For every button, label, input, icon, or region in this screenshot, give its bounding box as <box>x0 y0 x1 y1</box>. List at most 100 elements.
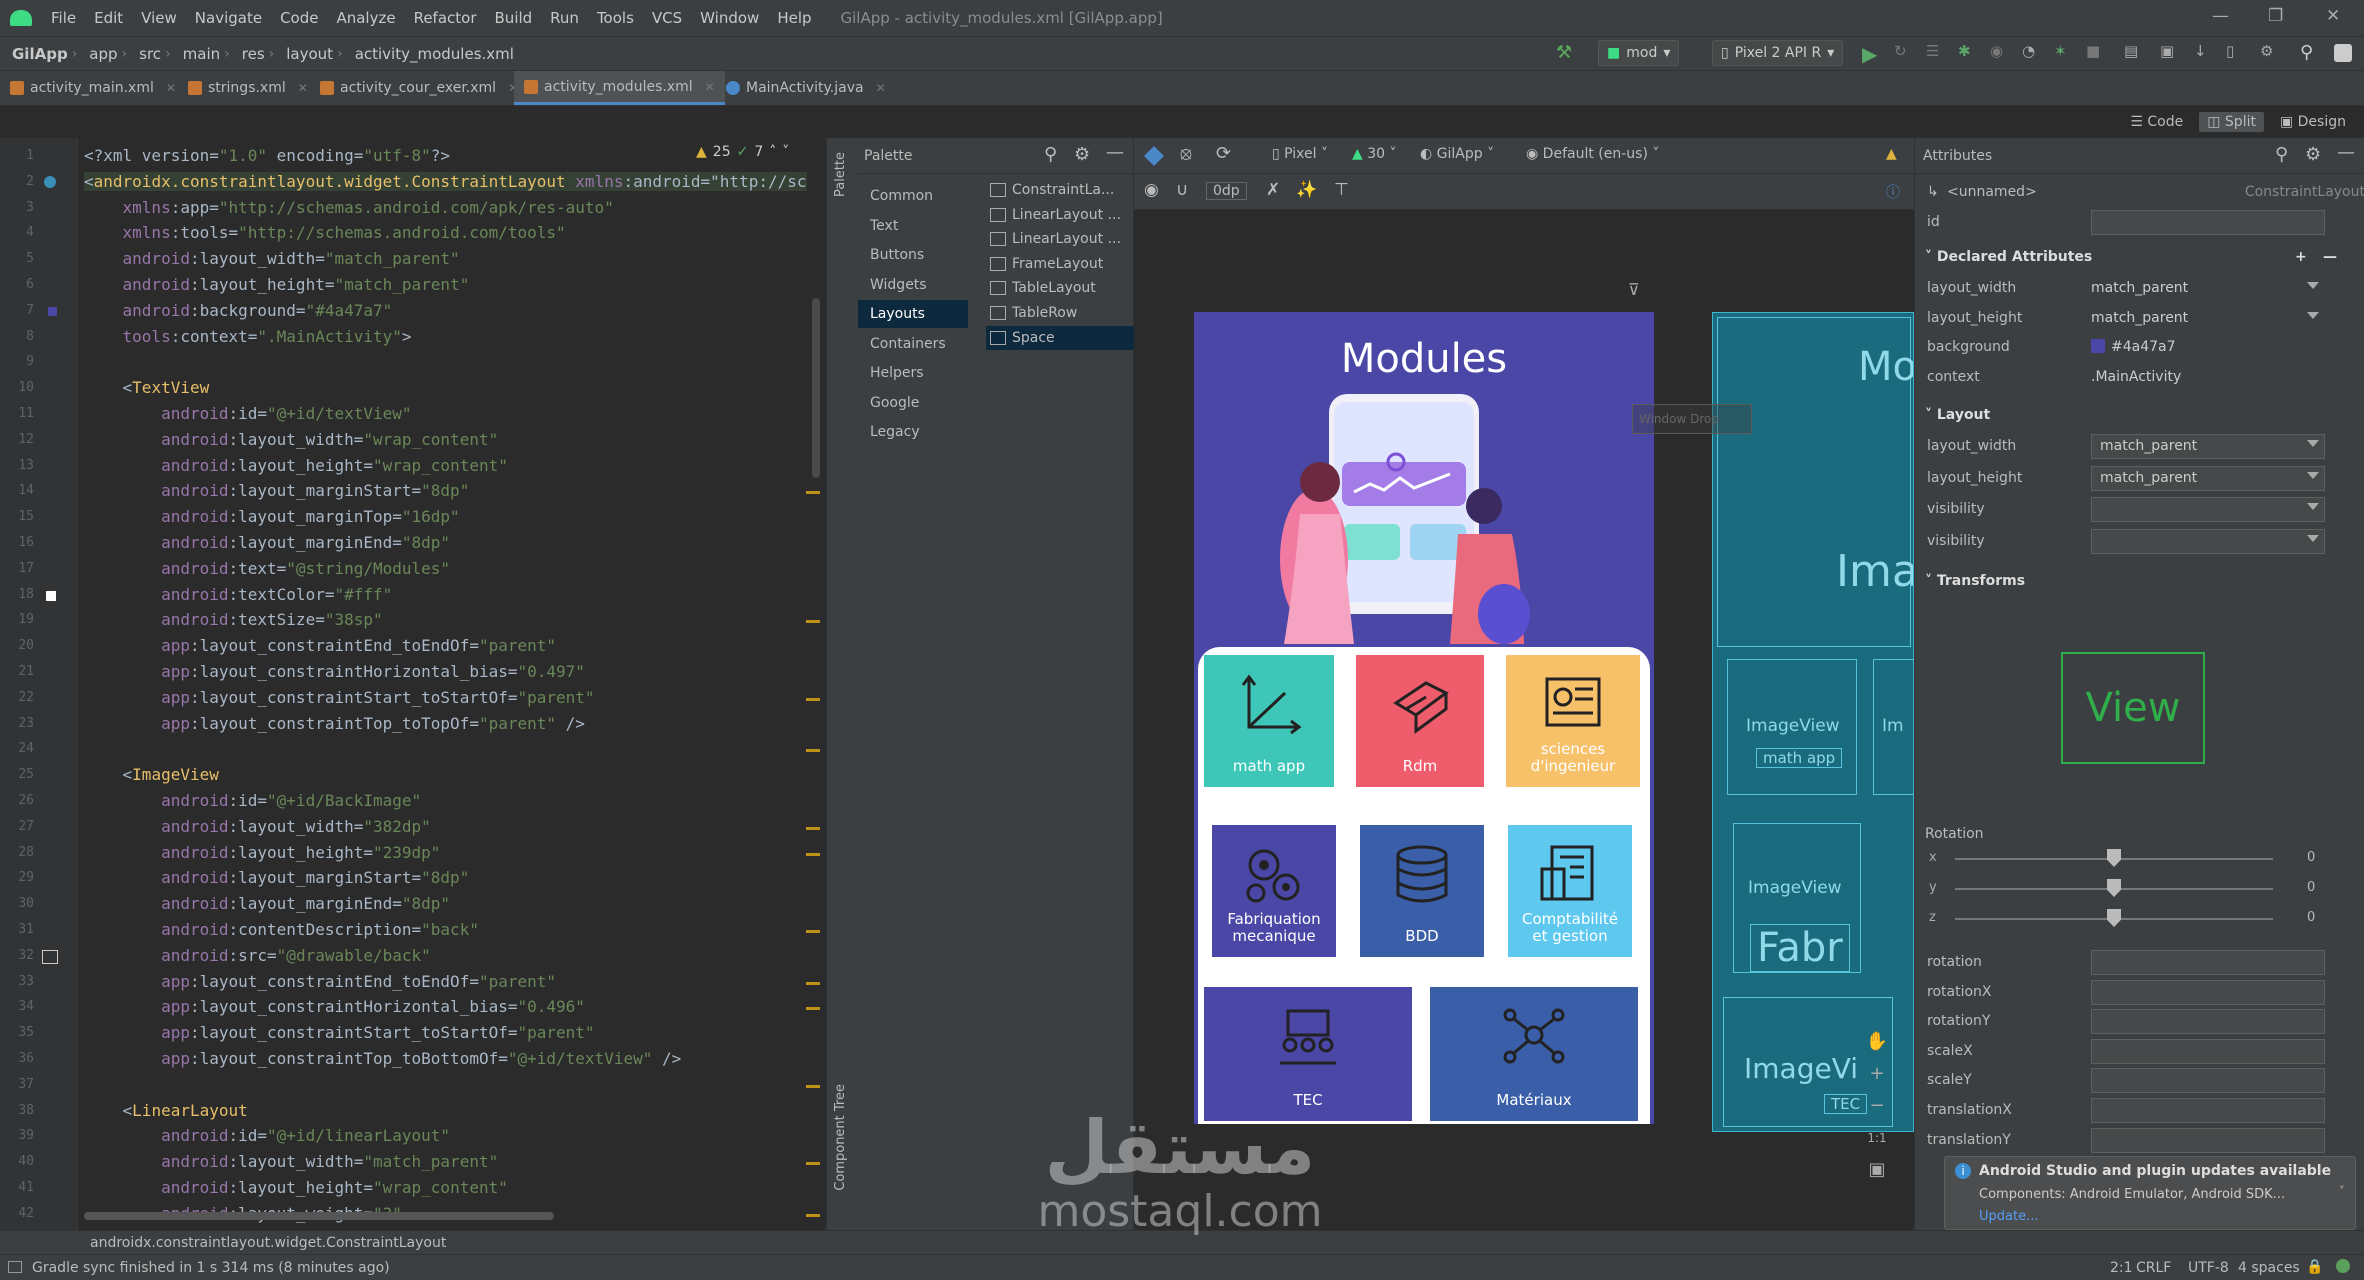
remove-icon[interactable]: — <box>2323 242 2337 272</box>
zoom-actual-icon[interactable]: 1:1 <box>1864 1122 1890 1154</box>
breadcrumb-project[interactable]: GilApp <box>0 45 72 63</box>
warning-stripe[interactable] <box>806 749 820 753</box>
palette-item[interactable]: TableLayout <box>986 276 1134 300</box>
warning-stripe[interactable] <box>806 1084 820 1088</box>
design-mode-button[interactable]: ▣ Design <box>2272 112 2354 132</box>
file-encoding[interactable]: UTF-8 <box>2188 1260 2229 1276</box>
palette-item[interactable]: LinearLayout ... <box>986 227 1134 251</box>
attribute-value-field[interactable]: match_parent <box>2091 434 2325 459</box>
transform-value-field[interactable] <box>2091 979 2325 1005</box>
menu-help[interactable]: Help <box>768 9 820 27</box>
zoom-fit-icon[interactable]: ▣ <box>1864 1154 1890 1186</box>
device-manager-icon[interactable]: ▯ <box>2226 42 2248 64</box>
android-debug-icon[interactable]: ✶ <box>2054 42 2076 64</box>
attribute-value[interactable]: match_parent <box>2091 310 2188 326</box>
minimize-panel-icon[interactable]: — <box>2337 142 2355 163</box>
chevron-down-icon[interactable] <box>2307 282 2319 289</box>
palette-category-layouts[interactable]: Layouts <box>858 300 968 328</box>
rotation-slider-knob[interactable] <box>2107 849 2121 867</box>
add-icon[interactable]: + <box>2295 242 2307 272</box>
breadcrumb-res[interactable]: res <box>230 45 269 63</box>
lock-icon[interactable]: 🔒 <box>2306 1259 2323 1275</box>
attribute-value[interactable]: match_parent <box>2091 280 2188 296</box>
sync-project-icon[interactable]: ▤ <box>2124 42 2146 64</box>
blueprint-view[interactable]: Mo Imag ImageView math app Im ImageView … <box>1712 312 1914 1132</box>
warning-stripe[interactable] <box>806 491 820 495</box>
menu-run[interactable]: Run <box>541 9 588 27</box>
breadcrumb-main[interactable]: main <box>171 45 224 63</box>
stop-icon[interactable]: ■ <box>2086 42 2108 64</box>
element-path[interactable]: androidx.constraintlayout.widget.Constra… <box>90 1235 446 1251</box>
gear-icon[interactable]: ⚙ <box>1074 144 1090 165</box>
pan-icon[interactable]: ✋ <box>1864 1026 1890 1058</box>
chevron-down-icon[interactable]: ˅ <box>782 144 789 160</box>
menu-code[interactable]: Code <box>271 9 327 27</box>
profile-icon[interactable]: ◔ <box>2022 42 2044 64</box>
palette-item[interactable]: Space <box>986 325 1134 350</box>
device-selector[interactable]: ▯ Pixel ˅ <box>1272 146 1328 162</box>
blueprint-toggle-icon[interactable]: ⦻ <box>1180 143 1192 164</box>
search-icon[interactable]: ⚲ <box>2275 144 2288 165</box>
close-icon[interactable]: ✕ <box>876 81 886 95</box>
debug-icon[interactable]: ✱ <box>1958 42 1980 64</box>
hammer-icon[interactable]: ⚒ <box>1556 42 1578 64</box>
orientation-icon[interactable]: ⟳ <box>1216 143 1231 164</box>
module-tile-rdm[interactable]: Rdm <box>1356 655 1484 787</box>
transform-value-field[interactable] <box>2091 1038 2325 1064</box>
transform-value-field[interactable] <box>2091 1009 2325 1035</box>
menu-window[interactable]: Window <box>691 9 768 27</box>
editor-scrollbar[interactable] <box>812 298 820 478</box>
color-swatch-icon[interactable] <box>48 306 57 316</box>
transforms-section-header[interactable]: ˅ Transforms <box>1915 566 2364 596</box>
rotation-slider-knob[interactable] <box>2107 879 2121 897</box>
default-margin-field[interactable]: 0dp <box>1206 182 1247 200</box>
menu-refactor[interactable]: Refactor <box>405 9 486 27</box>
transform-value-field[interactable] <box>2091 1068 2325 1094</box>
module-tile-bdd[interactable]: BDD <box>1360 825 1484 957</box>
tab-main-activity[interactable]: MainActivity.java ✕ <box>716 71 896 105</box>
apply-changes-icon[interactable]: ☰ <box>1926 42 1948 64</box>
phone-preview[interactable]: Modules math app Rdm sciences d'ingenieur F… <box>1194 312 1654 1124</box>
rerun-icon[interactable]: ↻ <box>1894 42 1916 64</box>
palette-item[interactable]: FrameLayout <box>986 252 1134 276</box>
line-separator[interactable]: CRLF <box>2136 1260 2171 1276</box>
chevron-down-icon[interactable]: ˅ <box>2339 1185 2346 1200</box>
attribute-value-field[interactable] <box>2091 528 2325 554</box>
magnet-icon[interactable]: ∪ <box>1176 180 1188 200</box>
search-icon[interactable]: ⚲ <box>1044 144 1057 165</box>
warning-stripe[interactable] <box>806 697 820 701</box>
minimize-icon[interactable]: — <box>2212 6 2229 26</box>
module-tile-math-app[interactable]: math app <box>1204 655 1334 787</box>
warning-stripe[interactable] <box>806 1162 820 1166</box>
menu-view[interactable]: View <box>132 9 186 27</box>
search-icon[interactable]: ⚲ <box>2300 42 2322 64</box>
close-icon[interactable]: ✕ <box>2326 6 2340 26</box>
resize-handle-icon[interactable]: ⊽ <box>1628 280 1640 299</box>
tab-activity-cour-exer[interactable]: activity_cour_exer.xml✕ <box>310 71 528 105</box>
update-link[interactable]: Update... <box>1979 1209 2038 1224</box>
theme-selector[interactable]: ◐ GilApp ˅ <box>1420 146 1494 162</box>
close-icon[interactable]: ✕ <box>705 80 715 94</box>
api-selector[interactable]: ▲ 30 ˅ <box>1352 146 1397 162</box>
chevron-down-icon[interactable] <box>2307 503 2319 510</box>
chevron-up-icon[interactable]: ˄ <box>769 144 776 160</box>
attach-debugger-icon[interactable]: ◉ <box>1990 42 2012 64</box>
attribute-value-field[interactable]: match_parent <box>2091 465 2325 491</box>
palette-category-buttons[interactable]: Buttons <box>858 241 968 269</box>
clear-constraints-icon[interactable]: ✗ <box>1266 180 1280 200</box>
image-icon[interactable] <box>42 949 58 964</box>
palette-item[interactable]: ConstraintLa... <box>986 178 1134 202</box>
warning-stripe[interactable] <box>806 826 820 830</box>
color-swatch-icon[interactable] <box>46 590 56 601</box>
palette-item[interactable]: LinearLayout ... <box>986 203 1134 227</box>
info-icon[interactable]: ⓘ <box>1886 182 1900 202</box>
module-tile-tec[interactable]: TEC <box>1204 987 1412 1121</box>
tab-activity-main[interactable]: activity_main.xml ✕ <box>0 71 186 105</box>
cursor-position[interactable]: 2:1 <box>2110 1260 2133 1276</box>
eye-icon[interactable]: ◉ <box>1144 180 1159 200</box>
breadcrumb-app[interactable]: app <box>77 45 121 63</box>
sdk-manager-icon[interactable]: ↓ <box>2194 42 2216 64</box>
chevron-down-icon[interactable] <box>2307 311 2319 319</box>
attribute-value[interactable]: .MainActivity <box>2091 369 2181 385</box>
inspection-widget[interactable]: ▲ 25 ✓ 7 ˄ ˅ <box>696 144 789 160</box>
